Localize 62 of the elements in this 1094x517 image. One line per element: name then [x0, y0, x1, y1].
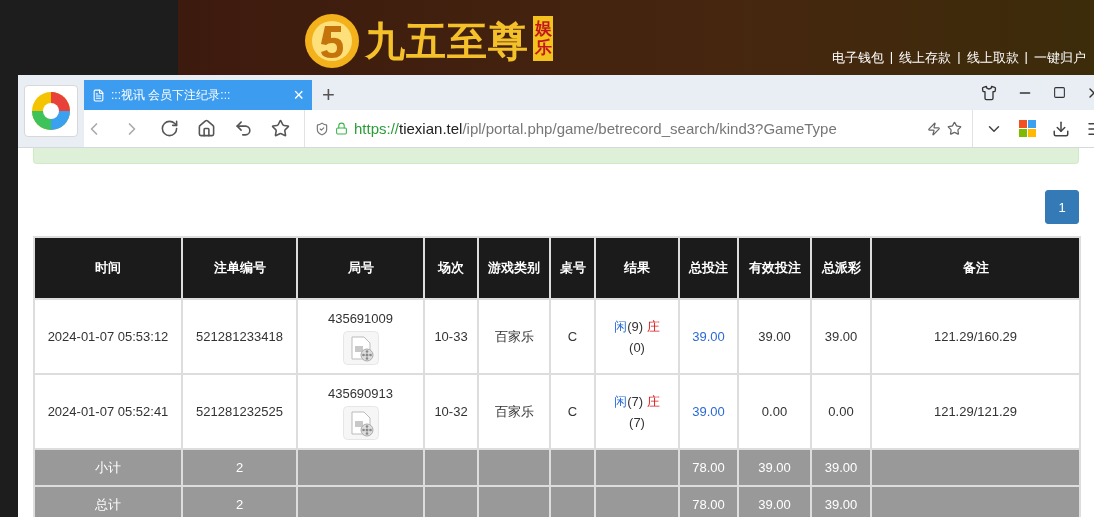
total-cell: 39.00	[738, 449, 811, 486]
total-cell: 总计	[34, 486, 182, 517]
logo-tag: 娱乐	[533, 16, 553, 62]
total-cell: 78.00	[679, 449, 738, 486]
logo-title: 九五至尊	[365, 15, 529, 66]
logo-icon	[303, 12, 361, 70]
total-cell: 2	[182, 486, 297, 517]
table-cell: 521281233418	[182, 299, 297, 374]
table-cell: 2024-01-07 05:53:12	[34, 299, 182, 374]
star-icon[interactable]	[271, 118, 290, 138]
total-cell: 78.00	[679, 486, 738, 517]
table-cell: 121.29/160.29	[871, 299, 1080, 374]
undo-icon[interactable]	[234, 118, 253, 138]
new-tab-button[interactable]: +	[322, 80, 335, 110]
table-cell: 10-33	[424, 299, 478, 374]
total-cell: 2	[182, 449, 297, 486]
total-cell: 小计	[34, 449, 182, 486]
nav-link[interactable]: 线上取款	[966, 49, 1019, 67]
link-separator: |	[1024, 49, 1028, 66]
round-number: 435690913	[327, 385, 394, 403]
page-button[interactable]: 1	[1045, 190, 1079, 224]
bookmark-icon[interactable]	[947, 121, 962, 136]
reload-icon[interactable]	[160, 118, 179, 138]
home-icon[interactable]	[197, 118, 216, 138]
column-header: 局号	[297, 237, 424, 299]
total-cell: 39.00	[811, 486, 871, 517]
maximize-icon[interactable]	[1053, 86, 1066, 99]
column-header: 总派彩	[811, 237, 871, 299]
link-separator: |	[957, 49, 961, 66]
apps-icon[interactable]	[1019, 120, 1036, 137]
column-header: 时间	[34, 237, 182, 299]
column-header: 注单编号	[182, 237, 297, 299]
total-bet-link[interactable]: 39.00	[692, 329, 725, 344]
column-header: 场次	[424, 237, 478, 299]
table-cell: 39.00	[738, 299, 811, 374]
round-number: 435691009	[327, 310, 394, 328]
url-text: https://tiexian.tel/ipl/portal.php/game/betrecord_search/kind3?GameType	[354, 120, 838, 137]
lock-icon	[335, 122, 348, 135]
result-cell: 闲(9) 庄 (0)	[595, 299, 679, 374]
skin-icon[interactable]	[981, 84, 997, 101]
total-cell: 39.00	[811, 449, 871, 486]
nav-link[interactable]: 电子钱包	[831, 49, 884, 67]
column-header: 游戏类别	[478, 237, 550, 299]
column-header: 总投注	[679, 237, 738, 299]
table-cell: 39.00	[811, 299, 871, 374]
column-header: 有效投注	[738, 237, 811, 299]
column-header: 备注	[871, 237, 1080, 299]
total-cell: 39.00	[738, 486, 811, 517]
nav-link[interactable]: 线上存款	[899, 49, 952, 67]
document-icon	[92, 88, 105, 102]
link-separator: |	[889, 49, 894, 66]
table-cell: C	[550, 299, 595, 374]
column-header: 桌号	[550, 237, 595, 299]
shield-icon[interactable]	[315, 121, 329, 136]
tab-title: :::视讯 会员下注纪录:::	[111, 86, 232, 104]
download-icon[interactable]	[1052, 119, 1070, 138]
total-bet-link[interactable]: 39.00	[692, 404, 725, 419]
column-header: 结果	[595, 237, 679, 299]
nav-link[interactable]: 一键归户	[1034, 49, 1086, 67]
browser-logo-icon[interactable]	[24, 85, 78, 137]
lightning-icon[interactable]	[927, 121, 941, 136]
table-cell: 百家乐	[478, 299, 550, 374]
